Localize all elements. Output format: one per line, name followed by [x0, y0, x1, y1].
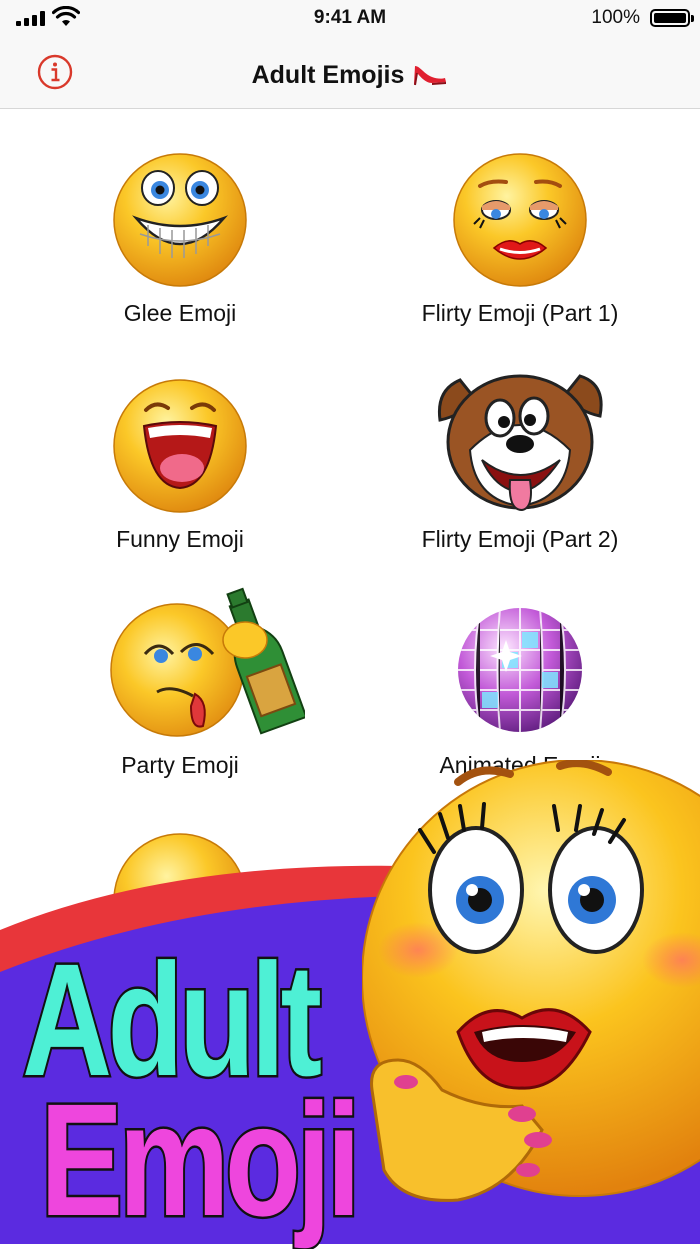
dog-emoji-icon [437, 374, 603, 512]
drunk-emoji-icon [110, 587, 305, 737]
page-title: Adult Emojis [0, 57, 700, 90]
grid-item-flirty-emoji-part-2[interactable]: Flirty Emoji (Part 2) [345, 374, 695, 600]
status-bar: 9:41 AM 100% [0, 0, 700, 36]
disco-ball-icon [458, 608, 582, 732]
grid-item-label: Flirty Emoji (Part 2) [421, 526, 619, 552]
grid-item-label: Animated Emoji [439, 752, 601, 778]
promo-title-line-2: Emoji [38, 1070, 363, 1249]
grid-item-glee-emoji[interactable]: Glee Emoji [5, 148, 355, 374]
navigation-bar: Adult Emojis [0, 36, 700, 109]
battery-icon [650, 9, 694, 27]
battery-percentage: 100% [591, 7, 640, 28]
high-heel-icon [414, 66, 447, 86]
grid-item-party-emoji[interactable]: Party Emoji [5, 587, 355, 826]
blushing-emoji-icon [362, 760, 700, 1202]
grid-item-flirty-emoji-part-1[interactable]: Flirty Emoji (Part 1) [345, 148, 695, 374]
page-title-text: Adult Emojis [251, 61, 405, 89]
grid-item-label: Flirty Emoji (Part 1) [421, 300, 619, 326]
grid-item-funny-emoji[interactable]: Funny Emoji [5, 374, 355, 600]
grid-item-label: Funny Emoji [116, 526, 244, 552]
grid-item-animated-emoji[interactable]: Animated Emoji [345, 600, 695, 826]
grid-item-label: Party Emoji [121, 752, 239, 778]
glee-emoji-icon [113, 153, 247, 287]
flirty-emoji-icon [453, 153, 587, 287]
partial-emoji-icon [113, 833, 247, 967]
laughing-emoji-icon [113, 379, 247, 513]
grid-item-label: Glee Emoji [123, 300, 237, 326]
